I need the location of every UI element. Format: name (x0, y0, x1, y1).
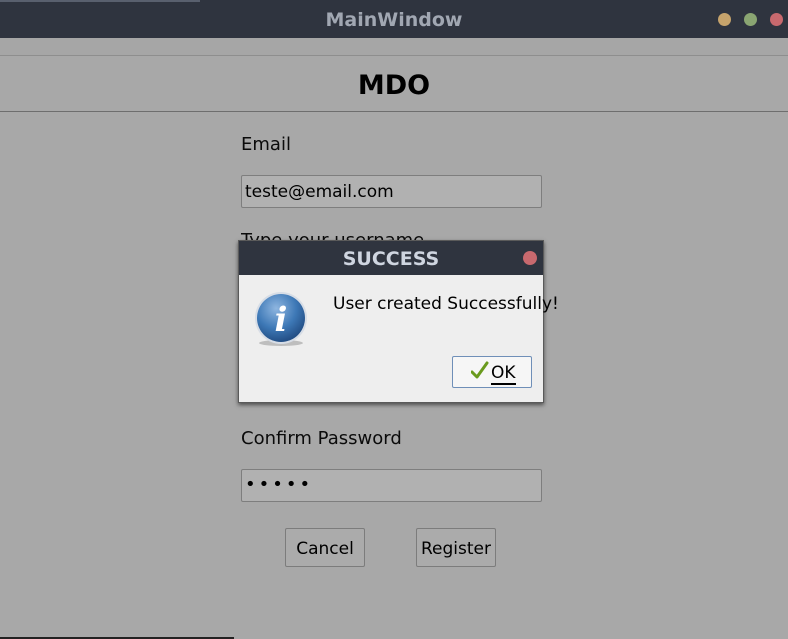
confirm-password-field[interactable]: ••••• (241, 469, 542, 502)
minimize-button[interactable] (718, 13, 731, 26)
ok-button[interactable]: OK (452, 356, 532, 388)
dialog-title: SUCCESS (342, 248, 440, 270)
success-dialog: SUCCESS i User created Successfully! OK (238, 240, 559, 403)
svg-text:i: i (275, 300, 288, 340)
title-bar[interactable]: MainWindow (0, 0, 788, 38)
dialog-close-button[interactable] (523, 251, 537, 265)
header: MDO (0, 56, 788, 112)
checkmark-icon (470, 361, 489, 381)
main-window: MainWindow MDO Email teste@email.com Typ… (0, 0, 788, 639)
username-label: Type your username (241, 230, 424, 240)
page-title: MDO (357, 70, 431, 101)
confirm-password-label: Confirm Password (241, 428, 402, 449)
cancel-button[interactable]: Cancel (285, 528, 365, 567)
close-button[interactable] (770, 13, 783, 26)
window-title: MainWindow (325, 9, 463, 31)
ok-text: OK (491, 363, 516, 385)
register-button[interactable]: Register (416, 528, 496, 567)
menu-bar (0, 38, 788, 56)
email-label: Email (241, 134, 291, 155)
dialog-message: User created Successfully! (333, 294, 559, 314)
dialog-title-bar[interactable]: SUCCESS (239, 241, 543, 275)
maximize-button[interactable] (744, 13, 757, 26)
email-field[interactable]: teste@email.com (241, 175, 542, 208)
info-icon: i (253, 291, 309, 347)
ok-label: OK (491, 363, 516, 385)
